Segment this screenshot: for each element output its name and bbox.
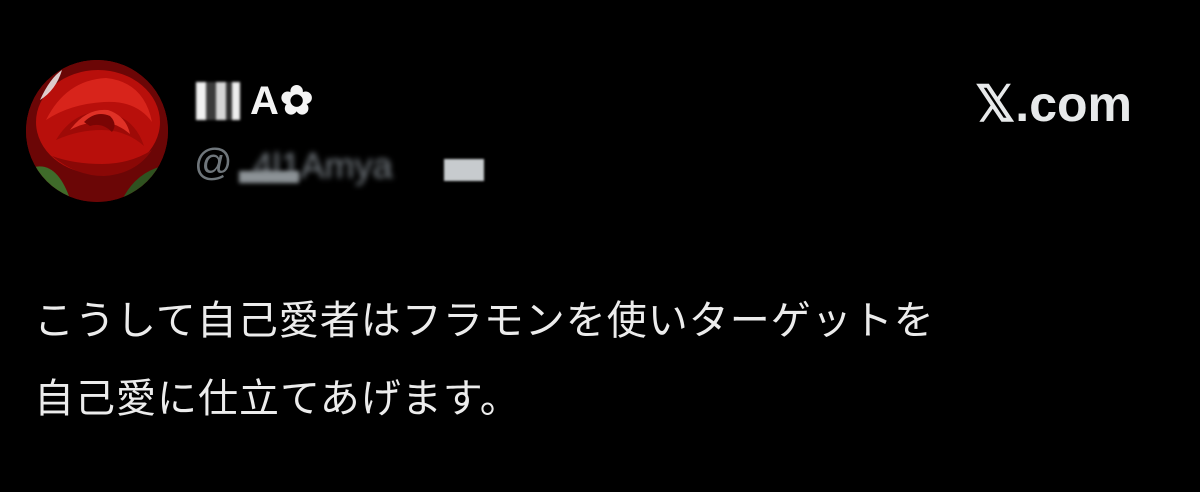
x-logo-text: 𝕏.com	[975, 76, 1132, 132]
handle-prefix: @	[194, 141, 233, 184]
tweet-text: こうして自己愛者はフラモンを使いターゲットを 自己愛に仕立てあげます。	[34, 282, 1164, 438]
redaction-block	[443, 159, 484, 181]
tweet-line: こうして自己愛者はフラモンを使いターゲットを	[34, 298, 935, 344]
x-logo: 𝕏.com	[975, 76, 1132, 132]
redacted-name-part	[196, 82, 240, 120]
rose-icon	[26, 60, 168, 202]
tweet-line: 自己愛に仕立てあげます。	[34, 376, 521, 422]
redacted-handle: 4l1Amya	[238, 143, 484, 186]
redaction-block	[238, 171, 299, 183]
display-name[interactable]: A✿	[196, 76, 314, 126]
user-handle[interactable]: @ 4l1Amya	[194, 140, 484, 186]
display-name-text: A✿	[250, 79, 315, 123]
tweet-card: A✿ @ 4l1Amya 𝕏.com こうして自己愛者はフラモンを使いターゲット…	[0, 0, 1200, 492]
avatar[interactable]	[26, 60, 168, 202]
